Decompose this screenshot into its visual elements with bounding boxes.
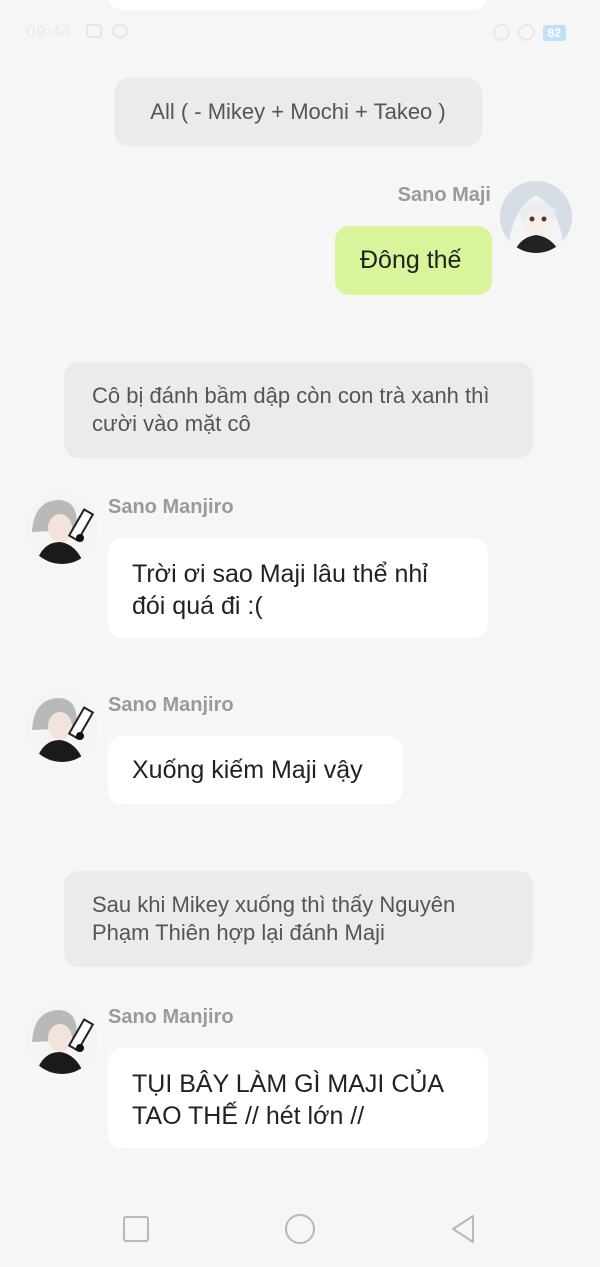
message-bubble-received[interactable]: TỤI BÂY LÀM GÌ MAJI CỦA TAO THẾ // hét l… <box>108 1048 488 1148</box>
message-bubble-received[interactable]: Trời ơi sao Maji lâu thể nhỉ đói quá đi … <box>108 538 488 638</box>
cloud-icon <box>112 24 128 38</box>
triangle-back-icon[interactable] <box>446 1212 480 1246</box>
message-bubble-received[interactable]: Xuống kiếm Maji vậy <box>108 736 403 804</box>
square-icon[interactable] <box>119 1212 153 1246</box>
sender-name: Sano Manjiro <box>108 694 234 716</box>
scene-header-pill: All ( - Mikey + Mochi + Takeo ) <box>114 78 482 146</box>
status-bar: 09:44 82 <box>0 16 600 48</box>
wifi-icon <box>492 24 510 41</box>
status-icons-right: 82 <box>492 24 566 41</box>
manjiro-avatar-icon <box>26 690 98 762</box>
signal-icon <box>517 24 535 41</box>
manjiro-avatar-icon <box>26 1002 98 1074</box>
maji-avatar-icon <box>500 181 572 253</box>
circle-icon[interactable] <box>283 1212 317 1246</box>
manjiro-avatar-icon <box>26 492 98 564</box>
avatar[interactable] <box>26 1002 98 1074</box>
message-bubble-sent[interactable]: Đông thế <box>335 226 492 295</box>
notification-icon <box>86 24 102 38</box>
sender-name: Sano Manjiro <box>108 496 234 518</box>
previous-message-bubble <box>108 0 488 10</box>
avatar[interactable] <box>26 690 98 762</box>
sender-name: Sano Manjiro <box>108 1006 234 1028</box>
narration-bubble: Cô bị đánh bầm dập còn con trà xanh thì … <box>64 362 533 458</box>
avatar[interactable] <box>26 492 98 564</box>
avatar[interactable] <box>500 181 572 253</box>
status-time: 09:44 <box>26 22 72 41</box>
status-icons-left <box>86 24 128 38</box>
sender-name: Sano Maji <box>397 184 491 206</box>
battery-badge: 82 <box>542 24 566 41</box>
narration-bubble: Sau khi Mikey xuống thì thấy Nguyên Phạm… <box>64 871 533 967</box>
navigation-bar <box>0 1190 600 1267</box>
